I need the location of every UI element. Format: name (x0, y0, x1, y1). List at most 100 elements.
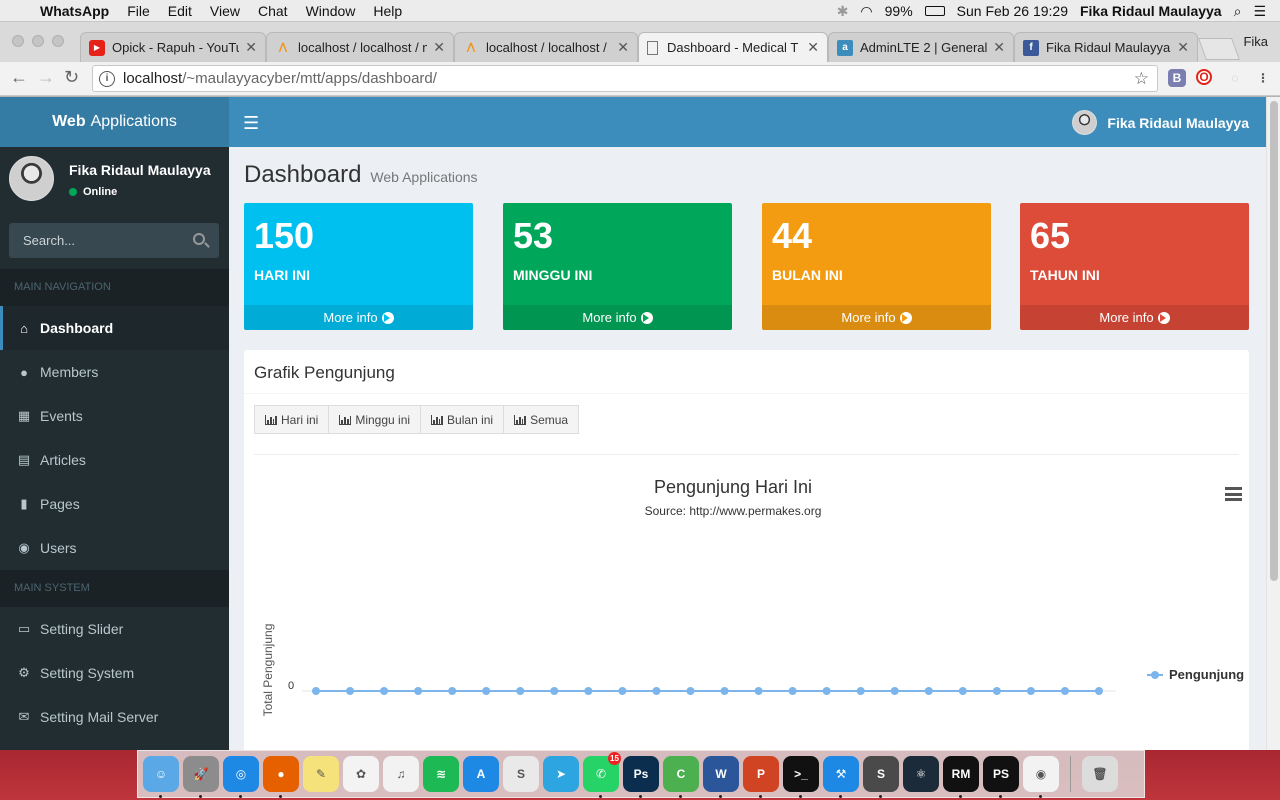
data-point[interactable] (754, 687, 763, 695)
opera-vpn-icon[interactable]: O (1196, 69, 1212, 85)
dock-spotify-icon[interactable]: ≋ (423, 756, 459, 792)
data-point[interactable] (652, 687, 661, 695)
data-point[interactable] (686, 687, 695, 695)
dock-whatsapp-icon[interactable]: ✆ 15 (583, 752, 621, 798)
close-tab-icon[interactable]: ✕ (617, 39, 629, 56)
dock-xcode-icon[interactable]: ⚒ (823, 756, 859, 798)
menu-edit[interactable]: Edit (168, 3, 192, 19)
tab-dashboard[interactable]: Dashboard - Medical T ✕ (638, 32, 828, 62)
address-bar[interactable]: i localhost /~maulayyacyber/mtt/apps/das… (92, 65, 1158, 92)
legend-item[interactable]: Pengunjung (1147, 667, 1244, 682)
dock-camtasia-icon[interactable]: C (663, 756, 699, 798)
tab-adminlte[interactable]: a AdminLTE 2 | General U ✕ (828, 32, 1014, 62)
dock-sublime-text-icon[interactable]: S (863, 756, 899, 798)
filter-all-button[interactable]: Semua (503, 405, 580, 434)
data-point[interactable] (448, 687, 457, 695)
close-tab-icon[interactable]: ✕ (807, 39, 819, 56)
dock-trash-icon[interactable]: 🗑 (1082, 756, 1118, 792)
tab-facebook[interactable]: f Fika Ridaul Maulayya m ✕ (1014, 32, 1198, 62)
data-point[interactable] (312, 687, 320, 695)
menu-window[interactable]: Window (306, 3, 356, 19)
sidebar-item-articles[interactable]: ▤ Articles (0, 438, 229, 482)
bluetooth-icon[interactable]: ✱ (837, 3, 849, 20)
sidebar-item-events[interactable]: ▦ Events (0, 394, 229, 438)
tab-youtube[interactable]: ▶ Opick - Rapuh - YouTube ✕ (80, 32, 266, 62)
extension-b-icon[interactable]: B (1168, 69, 1186, 87)
close-tab-icon[interactable]: ✕ (1177, 39, 1189, 56)
menu-user-name[interactable]: Fika Ridaul Maulayya (1080, 3, 1222, 19)
dock-telegram-icon[interactable]: ➤ (543, 756, 579, 792)
reload-icon[interactable]: ↻ (64, 67, 79, 88)
window-close-button[interactable] (12, 35, 24, 47)
data-point[interactable] (516, 687, 525, 695)
info-icon[interactable]: i (99, 70, 115, 87)
data-point[interactable] (890, 687, 899, 695)
more-info-link[interactable]: More info (1020, 305, 1249, 330)
page-scrollbar[interactable] (1266, 97, 1280, 750)
dock-atom-icon[interactable]: ⚛ (903, 756, 939, 792)
notification-center-icon[interactable]: ☰ (1253, 3, 1266, 20)
data-point[interactable] (584, 687, 593, 695)
close-tab-icon[interactable]: ✕ (993, 39, 1005, 56)
data-point[interactable] (958, 687, 967, 695)
chrome-menu-icon[interactable]: ⋮ (1254, 69, 1272, 87)
dock-phpstorm-icon[interactable]: PS (983, 756, 1019, 798)
app-logo[interactable]: Web Applications (0, 97, 229, 147)
more-info-link[interactable]: More info (503, 305, 732, 330)
window-zoom-button[interactable] (52, 35, 64, 47)
scrollbar-thumb[interactable] (1270, 101, 1278, 581)
battery-icon[interactable] (924, 6, 945, 16)
data-point[interactable] (856, 687, 865, 695)
chart-context-menu-icon[interactable] (1225, 487, 1242, 501)
sidebar-item-users[interactable]: ◉ Users (0, 526, 229, 570)
dock-slack-icon[interactable]: S (503, 756, 539, 792)
menu-app-name[interactable]: WhatsApp (40, 3, 109, 19)
search-input[interactable] (9, 223, 189, 258)
sidebar-item-members[interactable]: ● Members (0, 350, 229, 394)
data-point[interactable] (720, 687, 729, 695)
filter-month-button[interactable]: Bulan ini (420, 405, 505, 434)
dock-terminal-icon[interactable]: >_ (783, 756, 819, 798)
dock-chrome-icon[interactable]: ◉ (1023, 756, 1059, 798)
data-point[interactable] (822, 687, 831, 695)
dock-photoshop-icon[interactable]: Ps (623, 756, 659, 798)
data-point[interactable] (550, 687, 559, 695)
sidebar-item-setting-slider[interactable]: ▭ Setting Slider (0, 607, 229, 651)
data-point[interactable] (380, 687, 389, 695)
menu-help[interactable]: Help (373, 3, 402, 19)
filter-today-button[interactable]: Hari ini (254, 405, 330, 434)
menu-file[interactable]: File (127, 3, 150, 19)
dock-itunes-icon[interactable]: ♫ (383, 756, 419, 792)
forward-icon[interactable]: → (37, 67, 55, 88)
dock-photos-icon[interactable]: ✿ (343, 756, 379, 792)
new-tab-button[interactable] (1197, 38, 1241, 60)
sidebar-item-pages[interactable]: ▮ Pages (0, 482, 229, 526)
dock-rubymine-icon[interactable]: RM (943, 756, 979, 798)
dock-launchpad-icon[interactable]: 🚀 (183, 756, 219, 798)
more-info-link[interactable]: More info (244, 305, 473, 330)
window-minimize-button[interactable] (32, 35, 44, 47)
dock-firefox-icon[interactable]: ● (263, 756, 299, 798)
dock-app-store-icon[interactable]: A (463, 756, 499, 792)
dock-notes-icon[interactable]: ✎ (303, 756, 339, 792)
browser-profile-name[interactable]: Fika (1243, 34, 1268, 49)
spotlight-icon[interactable]: ⌕ (1234, 3, 1242, 20)
dock-finder-icon[interactable]: ☺ (143, 756, 179, 798)
tab-phpmyadmin-2[interactable]: ⋀ localhost / localhost / m ✕ (454, 32, 638, 62)
menu-chat[interactable]: Chat (258, 3, 288, 19)
tab-phpmyadmin-1[interactable]: ⋀ localhost / localhost / m ✕ (266, 32, 454, 62)
data-point[interactable] (788, 687, 797, 695)
menu-view[interactable]: View (210, 3, 240, 19)
close-tab-icon[interactable]: ✕ (245, 39, 257, 56)
sidebar-item-dashboard[interactable]: ⌂ Dashboard (0, 306, 229, 350)
data-point[interactable] (482, 687, 491, 695)
sidebar-item-setting-mail-server[interactable]: ✉ Setting Mail Server (0, 695, 229, 739)
clock[interactable]: Sun Feb 26 19:29 (957, 3, 1068, 19)
data-point[interactable] (924, 687, 933, 695)
wifi-icon[interactable]: ◠ (860, 3, 872, 20)
more-info-link[interactable]: More info (762, 305, 991, 330)
search-icon[interactable] (193, 233, 205, 245)
dock-safari-icon[interactable]: ◎ (223, 756, 259, 798)
user-menu[interactable]: Fika Ridaul Maulayya (1072, 110, 1249, 135)
filter-week-button[interactable]: Minggu ini (328, 405, 422, 434)
